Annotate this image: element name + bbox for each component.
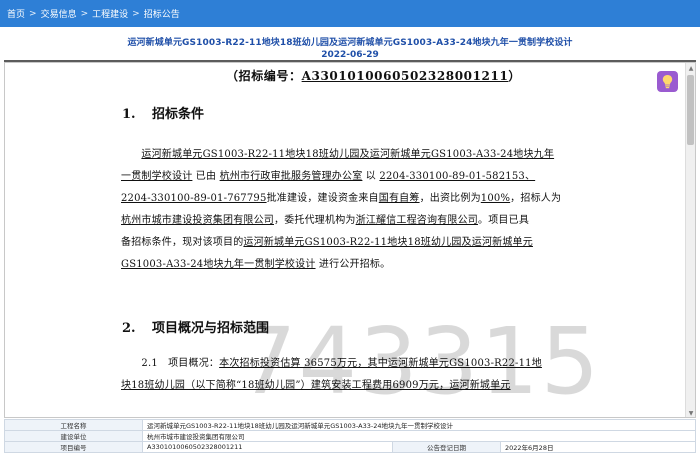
table-row: 建设单位 杭州市城市建设投资集团有限公司 — [4, 430, 696, 442]
paragraph-project-overview: 2.1 项目概况：本次招标投资估算 36575万元，其中运河新城单元GS1003… — [121, 353, 591, 397]
table-value: A3301010060502328001211 — [142, 441, 393, 453]
lightbulb-icon-glyph — [662, 75, 673, 89]
table-label: 项目编号 — [4, 441, 143, 453]
paragraph-tender-conditions: 运河新城单元GS1003-R22-11地块18班幼儿园及运河新城单元 GS1003… — [121, 144, 591, 276]
text-fragment: 进行公开招标。 — [318, 259, 391, 270]
breadcrumb-tender-notice[interactable]: 招标公告 — [144, 7, 180, 20]
tender-code-prefix: （招标编号： — [226, 69, 302, 83]
breadcrumb-home[interactable]: 首页 — [7, 7, 25, 20]
scroll-down-icon[interactable]: ▼ — [687, 409, 695, 417]
section-heading-project-overview: 2. 项目概况与招标范围 — [122, 317, 269, 336]
text-fragment: ，出资比例为 — [419, 193, 481, 204]
table-label: 建设单位 — [4, 430, 143, 442]
text-fragment: ，招标人为 — [510, 193, 562, 204]
document-title: 运河新城单元GS1003-R22-11地块18班幼儿园及运河新城单元GS1003… — [127, 38, 573, 48]
table-label: 工程名称 — [4, 419, 143, 431]
text-fragment: ，委托代理机构为 — [274, 215, 356, 226]
tender-code-suffix: ） — [508, 69, 522, 83]
text-fragment: 。项目已具 — [478, 215, 530, 226]
project-name-ref: 运河新城单元GS1003-R22-11地块18班幼儿园及运河新城单元 — [243, 237, 533, 248]
tender-code-line: （招标编号：A3301010060502328001211） — [226, 67, 521, 84]
scroll-up-icon[interactable]: ▲ — [687, 64, 695, 73]
funding-source: 国有自筹 — [378, 193, 420, 204]
table-row: 项目编号 A3301010060502328001211 公告登记日期 2022… — [4, 441, 696, 453]
project-info-table: 工程名称 运河新城单元GS1003-R22-11地块18班幼儿园及运河新城单元G… — [4, 419, 696, 453]
tenderer: 杭州市城市建设投资集团有限公司 — [121, 215, 274, 226]
breadcrumb-separator: > — [80, 8, 89, 19]
section-title: 招标条件 — [152, 107, 205, 122]
paragraph-line: 2204-330100-89-01-767795批准建设，建设资金来自国有自筹，… — [121, 188, 591, 210]
lightbulb-icon[interactable] — [657, 71, 678, 92]
approval-authority: 杭州市行政审批服务管理办公室 — [219, 171, 363, 182]
document-header: 运河新城单元GS1003-R22-11地块18班幼儿园及运河新城单元GS1003… — [0, 27, 700, 60]
scrollbar-thumb[interactable] — [687, 75, 694, 145]
paragraph-line: 备招标条件，现对该项目的运河新城单元GS1003-R22-11地块18班幼儿园及… — [121, 232, 591, 254]
tender-code-number: A3301010060502328001211 — [301, 69, 509, 83]
project-name: 运河新城单元GS1003-R22-11地块18班幼儿园及运河新城单元GS1003… — [141, 149, 555, 160]
section-heading-tender-conditions: 1. 招标条件 — [122, 103, 204, 122]
project-name-cont: 一贯制学校设计 — [121, 171, 193, 182]
paragraph-line: GS1003-A33-24地块九年一贯制学校设计 进行公开招标。 — [121, 254, 591, 276]
approval-number-1: 2204-330100-89-01-582153、 — [379, 171, 536, 182]
section-number: 2. — [122, 321, 136, 336]
breadcrumb-separator: > — [132, 8, 140, 19]
breadcrumb-trade-info[interactable]: 交易信息 — [41, 7, 77, 20]
vertical-scrollbar[interactable]: ▲ ▼ — [685, 63, 695, 417]
table-row: 工程名称 运河新城单元GS1003-R22-11地块18班幼儿园及运河新城单元G… — [4, 419, 696, 431]
breadcrumb-construction[interactable]: 工程建设 — [92, 7, 128, 20]
paragraph-line: 杭州市城市建设投资集团有限公司，委托代理机构为浙江耀信工程咨询有限公司。项目已具 — [121, 210, 591, 232]
funding-ratio: 100% — [480, 193, 511, 204]
document-date: 2022-06-29 — [321, 50, 379, 60]
document-viewer[interactable]: 743315 （招标编号：A3301010060502328001211） 1.… — [4, 62, 696, 418]
paragraph-line: 一贯制学校设计 已由 杭州市行政审批服务管理办公室 以 2204-330100-… — [121, 166, 591, 188]
paragraph-line: 块18班幼儿园（以下简称“18班幼儿园”）建筑安装工程费用6909万元，运河新城… — [121, 375, 591, 397]
section-number: 1. — [122, 107, 136, 122]
kindergarten-cost: 块18班幼儿园（以下简称“18班幼儿园”）建筑安装工程费用6909万元，运河新城… — [121, 380, 511, 391]
table-value: 杭州市城市建设投资集团有限公司 — [142, 430, 696, 442]
paragraph-line: 运河新城单元GS1003-R22-11地块18班幼儿园及运河新城单元GS1003… — [121, 144, 591, 166]
text-fragment: 以 — [365, 171, 376, 182]
text-fragment: 已由 — [195, 171, 217, 182]
table-value: 2022年6月28日 — [500, 441, 696, 453]
text-fragment: 批准建设，建设资金来自 — [266, 193, 379, 204]
table-value: 运河新城单元GS1003-R22-11地块18班幼儿园及运河新城单元GS1003… — [142, 419, 696, 431]
investment-estimate: 本次招标投资估算 36575万元，其中运河新城单元GS1003-R22-11地 — [219, 358, 542, 369]
document-page: 743315 （招标编号：A3301010060502328001211） 1.… — [5, 63, 687, 417]
approval-number-2: 2204-330100-89-01-767795 — [121, 193, 267, 204]
text-fragment: 2.1 项目概况： — [141, 358, 220, 369]
table-label: 公告登记日期 — [392, 441, 501, 453]
paragraph-line: 2.1 项目概况：本次招标投资估算 36575万元，其中运河新城单元GS1003… — [121, 353, 591, 375]
section-title: 项目概况与招标范围 — [152, 321, 270, 336]
project-name-ref-cont: GS1003-A33-24地块九年一贯制学校设计 — [121, 259, 316, 270]
text-fragment: 备招标条件，现对该项目的 — [121, 237, 244, 248]
agency: 浙江耀信工程咨询有限公司 — [355, 215, 479, 226]
breadcrumb-separator: > — [29, 8, 37, 19]
breadcrumb-bar: 首页 > 交易信息 > 工程建设 > 招标公告 — [0, 0, 700, 27]
